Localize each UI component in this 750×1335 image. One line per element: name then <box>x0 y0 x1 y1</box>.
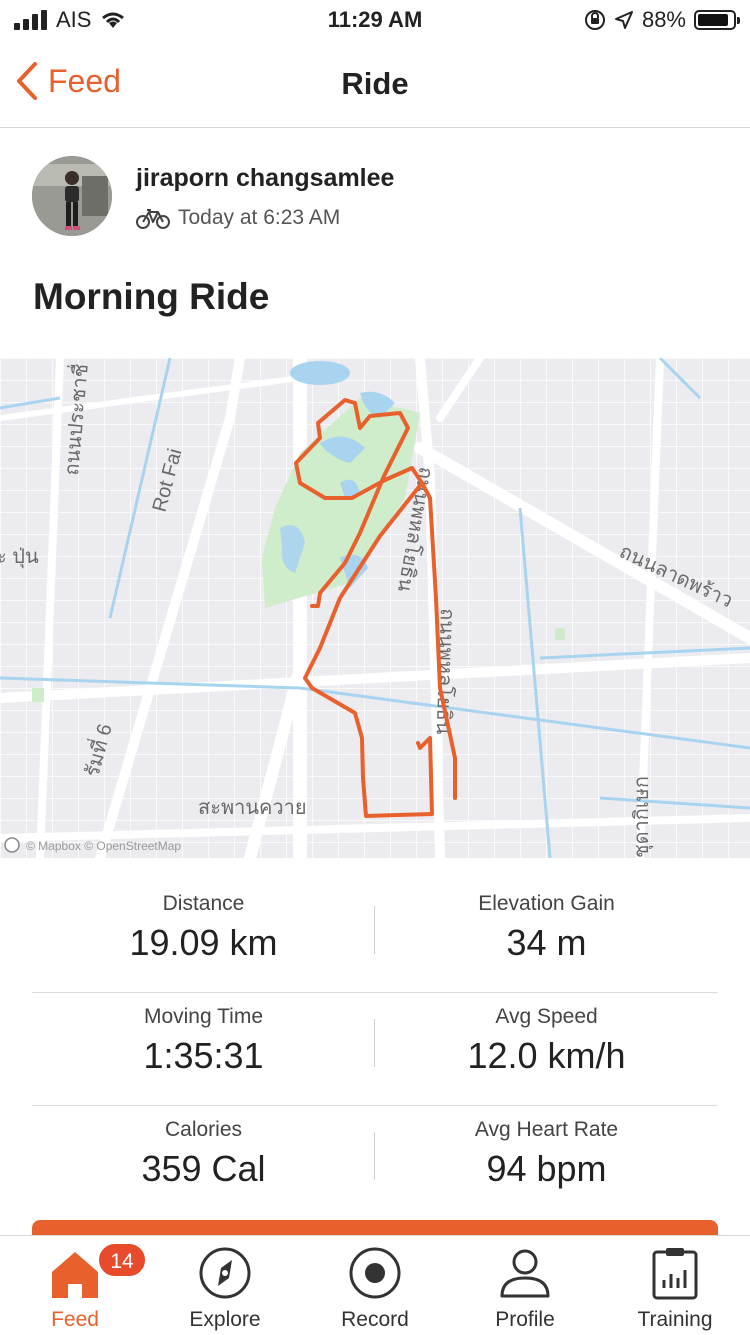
athlete-header: jiraporn changsamlee Today at 6:23 AM <box>32 150 732 250</box>
map-attribution: © Mapbox © OpenStreetMap <box>26 839 181 853</box>
stat-avg-heart-rate: Avg Heart Rate 94 bpm <box>375 1118 718 1190</box>
tab-record[interactable]: Record <box>300 1236 450 1335</box>
page-title: Ride <box>341 66 409 101</box>
tab-label: Profile <box>495 1308 555 1331</box>
rotation-lock-icon <box>584 10 605 30</box>
stats-row: Calories 359 Cal Avg Heart Rate 94 bpm <box>32 1106 718 1219</box>
tab-feed[interactable]: 14 Feed <box>0 1236 150 1335</box>
stats-row: Moving Time 1:35:31 Avg Speed 12.0 km/h <box>32 993 718 1106</box>
training-icon <box>652 1248 698 1300</box>
stat-moving-time: Moving Time 1:35:31 <box>32 1005 375 1077</box>
profile-icon <box>500 1249 550 1298</box>
stat-value: 94 bpm <box>486 1148 607 1189</box>
compass-icon <box>199 1247 251 1299</box>
tab-label: Feed <box>51 1308 99 1331</box>
activity-title: Morning Ride <box>33 276 270 317</box>
tab-training[interactable]: Training <box>600 1236 750 1335</box>
stat-value: 359 Cal <box>141 1148 266 1189</box>
route-map[interactable]: ถนนประชาชื่ Rot Fai ถนนลาดพร้าว สะพานควา… <box>0 358 750 858</box>
activity-meta: Today at 6:23 AM <box>136 206 340 230</box>
activity-timestamp: Today at 6:23 AM <box>178 206 341 229</box>
stat-calories: Calories 359 Cal <box>32 1118 375 1190</box>
mapbox-logo-icon <box>4 837 20 853</box>
stat-label: Calories <box>164 1118 243 1141</box>
tab-label: Training <box>637 1308 713 1331</box>
battery-percent: 88% <box>641 7 686 32</box>
tab-label: Explore <box>189 1308 261 1331</box>
status-right: 88% <box>584 7 740 33</box>
stat-value: 1:35:31 <box>143 1035 264 1076</box>
avatar[interactable] <box>32 156 112 236</box>
nav-bar: Feed Ride <box>0 40 750 128</box>
map-label-road-5: ชุดากิเษก <box>631 776 654 858</box>
tab-explore[interactable]: Explore <box>150 1236 300 1335</box>
battery-icon <box>694 10 740 30</box>
stats-grid: Distance 19.09 km Elevation Gain 34 m Mo… <box>32 880 718 1219</box>
stats-row: Distance 19.09 km Elevation Gain 34 m <box>32 880 718 993</box>
stat-value: 19.09 km <box>129 922 278 963</box>
tab-bar: 14 Feed Explore Record Profile Training <box>0 1235 750 1334</box>
map-label-road-4: สะพานควาย <box>198 797 307 819</box>
home-icon <box>52 1252 98 1298</box>
map-canvas: ถนนประชาชื่ Rot Fai ถนนลาดพร้าว สะพานควา… <box>0 358 750 858</box>
stat-value: 12.0 km/h <box>467 1035 626 1076</box>
stat-elevation-gain: Elevation Gain 34 m <box>375 892 718 964</box>
stat-value: 34 m <box>506 922 587 963</box>
tab-profile[interactable]: Profile <box>450 1236 600 1335</box>
location-arrow-icon <box>614 11 633 29</box>
stat-label: Avg Heart Rate <box>474 1118 619 1141</box>
stat-distance: Distance 19.09 km <box>32 892 375 964</box>
stat-label: Distance <box>162 892 245 915</box>
avatar-image <box>32 156 112 236</box>
stat-label: Moving Time <box>143 1005 264 1028</box>
status-bar: AIS 11:29 AM 88% <box>0 0 750 40</box>
stat-label: Avg Speed <box>495 1005 598 1028</box>
bicycle-icon <box>136 209 170 229</box>
stat-label: Elevation Gain <box>478 892 615 915</box>
map-label-road-6: ะ ปุ่น <box>0 546 39 569</box>
record-icon <box>349 1247 401 1299</box>
stat-avg-speed: Avg Speed 12.0 km/h <box>375 1005 718 1077</box>
tab-label: Record <box>341 1308 409 1331</box>
athlete-name[interactable]: jiraporn changsamlee <box>136 164 394 193</box>
notification-badge: 14 <box>97 1242 147 1278</box>
